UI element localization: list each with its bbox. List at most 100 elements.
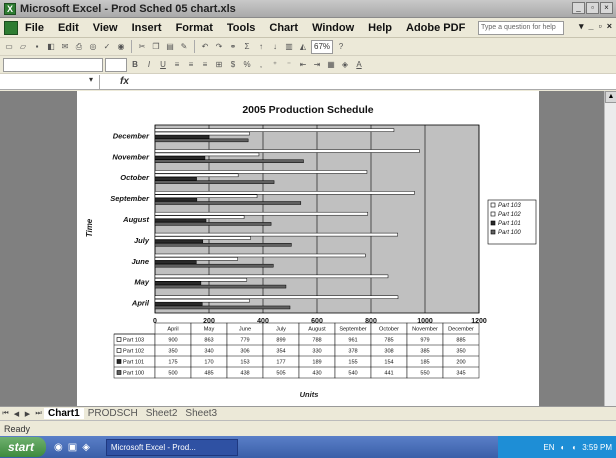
tab-prodsch[interactable]: PRODSCH bbox=[84, 408, 142, 419]
underline-icon[interactable]: U bbox=[157, 59, 169, 71]
print-preview-icon[interactable]: ◎ bbox=[87, 41, 99, 53]
y-category-label: October bbox=[120, 173, 150, 182]
data-table-cell: 899 bbox=[276, 338, 285, 344]
last-sheet-icon[interactable]: ⏭ bbox=[33, 410, 44, 418]
data-table[interactable]: April May June July August September October No… bbox=[113, 322, 480, 379]
font-color-icon[interactable]: A bbox=[353, 59, 365, 71]
name-box[interactable]: ▾ bbox=[0, 74, 100, 89]
menu-file[interactable]: File bbox=[18, 22, 51, 34]
menu-insert[interactable]: Insert bbox=[125, 22, 169, 34]
currency-icon[interactable]: $ bbox=[227, 59, 239, 71]
volume-icon[interactable]: ◖ bbox=[571, 443, 576, 452]
menu-window[interactable]: Window bbox=[305, 22, 361, 34]
drawing-icon[interactable]: ◭ bbox=[297, 41, 309, 53]
tab-chart1[interactable]: Chart1 bbox=[44, 408, 84, 419]
menu-adobe-pdf[interactable]: Adobe PDF bbox=[399, 22, 472, 34]
save-icon[interactable]: ▪ bbox=[31, 41, 43, 53]
language-indicator[interactable]: EN bbox=[543, 443, 554, 452]
bar bbox=[154, 194, 258, 198]
tab-sheet2[interactable]: Sheet2 bbox=[142, 408, 182, 419]
zoom-select[interactable]: 67% bbox=[311, 39, 334, 54]
menu-format[interactable]: Format bbox=[169, 22, 220, 34]
align-left-icon[interactable]: ≡ bbox=[171, 59, 183, 71]
chart-wizard-icon[interactable]: ▥ bbox=[283, 41, 295, 53]
italic-icon[interactable]: I bbox=[143, 59, 155, 71]
minimize-button[interactable]: _ bbox=[572, 2, 585, 14]
menu-view[interactable]: View bbox=[86, 22, 125, 34]
copy-icon[interactable]: ❐ bbox=[150, 41, 162, 53]
plot-area[interactable]: 0 200 400 600 800 1000 1200AprilMayJuneJulyAug… bbox=[110, 124, 487, 325]
autosum-icon[interactable]: Σ bbox=[241, 41, 253, 53]
chart-page[interactable]: 2005 Production Schedule Time Units 0 200… bbox=[77, 91, 539, 406]
merge-center-icon[interactable]: ⊞ bbox=[213, 59, 225, 71]
tab-sheet3[interactable]: Sheet3 bbox=[181, 408, 221, 419]
desktop-icon[interactable]: ▣ bbox=[68, 442, 77, 453]
y-axis-title[interactable]: Time bbox=[85, 218, 94, 237]
percent-icon[interactable]: % bbox=[241, 59, 253, 71]
open-icon[interactable]: ▱ bbox=[17, 41, 29, 53]
doc-minimize-icon[interactable]: ▾ bbox=[579, 21, 584, 32]
sort-descending-icon[interactable]: ↓ bbox=[269, 41, 281, 53]
print-icon[interactable]: ⎙ bbox=[73, 41, 85, 53]
email-icon[interactable]: ✉ bbox=[59, 41, 71, 53]
format-painter-icon[interactable]: ✎ bbox=[178, 41, 190, 53]
taskbar-excel-task[interactable]: Microsoft Excel - Prod... bbox=[105, 438, 238, 456]
sort-ascending-icon[interactable]: ↑ bbox=[255, 41, 267, 53]
decrease-decimal-icon[interactable]: ⁻ bbox=[283, 59, 295, 71]
vertical-scrollbar[interactable]: ▲ bbox=[604, 91, 616, 406]
ie-icon[interactable]: ◉ bbox=[54, 442, 63, 453]
redo-icon[interactable]: ↷ bbox=[213, 41, 225, 53]
align-right-icon[interactable]: ≡ bbox=[199, 59, 211, 71]
cut-icon[interactable]: ✂ bbox=[136, 41, 148, 53]
close-button[interactable]: × bbox=[600, 2, 613, 14]
menu-help[interactable]: Help bbox=[361, 22, 399, 34]
menu-chart[interactable]: Chart bbox=[262, 22, 305, 34]
menu-edit[interactable]: Edit bbox=[51, 22, 86, 34]
menu-tools[interactable]: Tools bbox=[220, 22, 263, 34]
doc-restore-icon[interactable]: _ bbox=[589, 21, 594, 32]
align-center-icon[interactable]: ≡ bbox=[185, 59, 197, 71]
comma-icon[interactable]: , bbox=[255, 59, 267, 71]
new-icon[interactable]: ▭ bbox=[3, 41, 15, 53]
chart-svg[interactable]: 2005 Production Schedule Time Units 0 200… bbox=[77, 91, 539, 406]
chart-legend[interactable]: Part 103 Part 102 Part 101 Part 100 bbox=[487, 199, 537, 245]
fx-icon[interactable]: fx bbox=[120, 76, 129, 87]
document-icon[interactable] bbox=[4, 20, 18, 35]
first-sheet-icon[interactable]: ⏮ bbox=[0, 410, 11, 418]
bar bbox=[154, 236, 251, 240]
tray-icon[interactable]: ◐ bbox=[561, 443, 566, 452]
doc-resize-icon[interactable]: ▫ bbox=[599, 21, 602, 32]
next-sheet-icon[interactable]: ▶ bbox=[22, 410, 33, 418]
data-table-cell: 441 bbox=[384, 371, 393, 377]
permission-icon[interactable]: ◧ bbox=[45, 41, 57, 53]
y-category-label: May bbox=[134, 278, 149, 287]
scroll-up-icon[interactable]: ▲ bbox=[605, 91, 616, 103]
media-icon[interactable]: ◈ bbox=[82, 442, 90, 453]
bold-icon[interactable]: B bbox=[129, 59, 141, 71]
font-size-select[interactable] bbox=[105, 57, 127, 72]
data-table-cell: 961 bbox=[348, 338, 357, 344]
decrease-indent-icon[interactable]: ⇤ bbox=[297, 59, 309, 71]
hyperlink-icon[interactable]: ⚭ bbox=[227, 41, 239, 53]
chart-title[interactable]: 2005 Production Schedule bbox=[242, 104, 373, 116]
data-table-key-label: Part 101 bbox=[123, 360, 144, 366]
x-axis-title[interactable]: Units bbox=[300, 390, 319, 399]
fill-color-icon[interactable]: ◈ bbox=[339, 59, 351, 71]
y-category-label: September bbox=[110, 194, 150, 203]
spelling-icon[interactable]: ✓ bbox=[101, 41, 113, 53]
paste-icon[interactable]: ▤ bbox=[164, 41, 176, 53]
help-search-input[interactable]: Type a question for help bbox=[478, 21, 564, 35]
restore-button[interactable]: ▫ bbox=[586, 2, 599, 14]
research-icon[interactable]: ◉ bbox=[115, 41, 127, 53]
doc-close-icon[interactable]: × bbox=[607, 21, 612, 32]
increase-decimal-icon[interactable]: ⁺ bbox=[269, 59, 281, 71]
increase-indent-icon[interactable]: ⇥ bbox=[311, 59, 323, 71]
help-icon[interactable]: ? bbox=[335, 41, 347, 53]
bar bbox=[154, 222, 272, 226]
undo-icon[interactable]: ↶ bbox=[199, 41, 211, 53]
prev-sheet-icon[interactable]: ◀ bbox=[11, 410, 22, 418]
font-select[interactable] bbox=[3, 57, 103, 72]
legend-swatch bbox=[490, 202, 496, 208]
start-button[interactable]: start bbox=[0, 437, 47, 457]
borders-icon[interactable]: ▦ bbox=[325, 59, 337, 71]
